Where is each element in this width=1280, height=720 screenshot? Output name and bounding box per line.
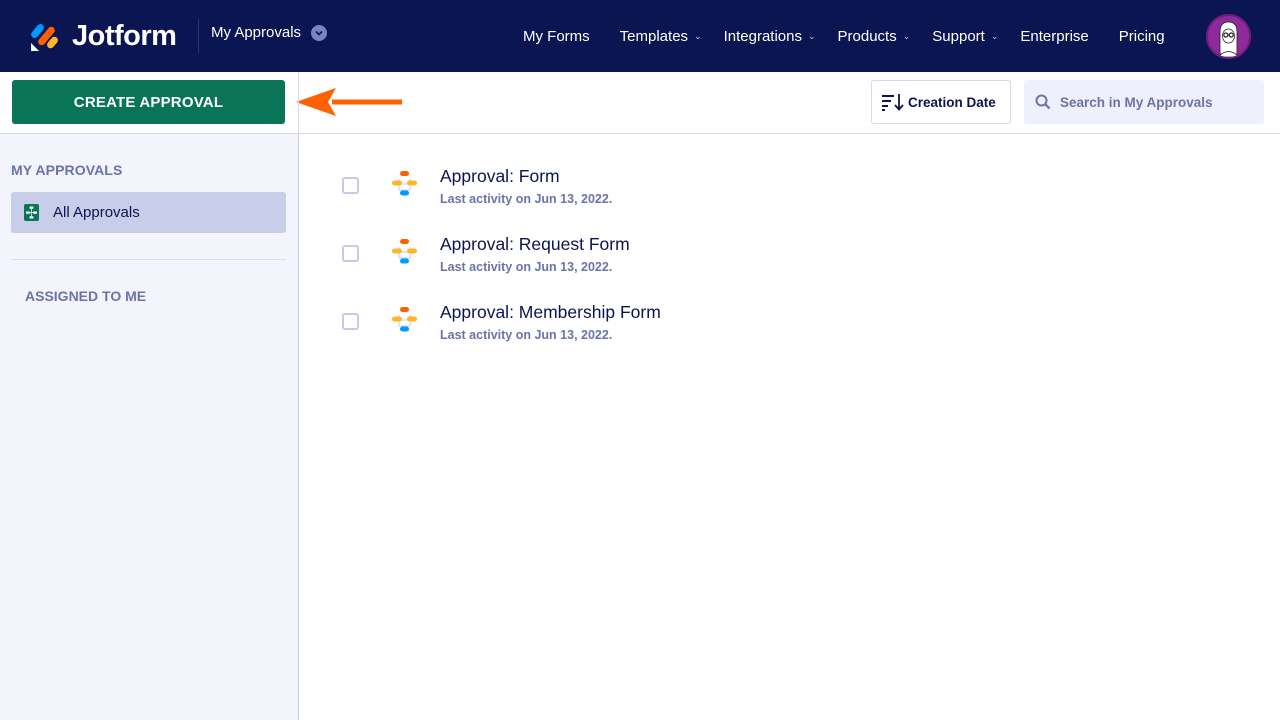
toolbar-divider <box>298 72 299 134</box>
row-checkbox[interactable] <box>342 313 359 330</box>
sidebar-item-assigned-to-me[interactable]: ASSIGNED TO ME <box>25 288 146 304</box>
search-box <box>1024 80 1264 124</box>
sort-descending-icon <box>882 94 904 111</box>
approval-title[interactable]: Approval: Membership Form <box>440 302 661 323</box>
nav-pricing[interactable]: Pricing <box>1119 28 1165 45</box>
search-icon <box>1035 94 1051 110</box>
list-item[interactable]: Approval: Membership Form Last activity … <box>299 270 1280 342</box>
sidebar-item-label: All Approvals <box>53 204 140 221</box>
app-switcher-label: My Approvals <box>211 24 302 41</box>
list-item[interactable]: Approval: Form Last activity on Jun 13, … <box>299 134 1280 206</box>
chevron-down-icon: ⌄ <box>902 30 911 41</box>
row-checkbox[interactable] <box>342 177 359 194</box>
nav-templates[interactable]: Templates ⌄ <box>620 28 702 45</box>
brand-name: Jotform <box>72 20 177 52</box>
chevron-down-icon <box>311 24 328 41</box>
nav-label: Integrations <box>723 27 802 45</box>
sidebar: MY APPROVALS All Approvals ASSIGNED TO M… <box>0 134 299 720</box>
list-item[interactable]: Approval: Request Form Last activity on … <box>299 202 1280 274</box>
approval-last-activity: Last activity on Jun 13, 2022. <box>440 328 613 342</box>
nav-divider <box>198 19 199 53</box>
approval-flow-icon <box>392 307 417 332</box>
main-menu: My Forms Templates ⌄ Integrations ⌄ Prod… <box>523 0 1165 72</box>
approval-flow-icon <box>392 239 417 264</box>
user-avatar[interactable] <box>1206 14 1251 59</box>
nav-label: Enterprise <box>1020 27 1089 45</box>
row-checkbox[interactable] <box>342 245 359 262</box>
nav-label: Support <box>932 27 985 45</box>
approval-flow-icon <box>392 171 417 196</box>
nav-products[interactable]: Products ⌄ <box>838 28 911 45</box>
user-avatar-icon <box>1217 21 1240 57</box>
nav-label: Products <box>837 27 897 45</box>
nav-label: Templates <box>619 27 689 45</box>
annotation-arrow-icon <box>296 88 402 116</box>
sidebar-item-all-approvals[interactable]: All Approvals <box>11 192 286 233</box>
sort-label: Creation Date <box>908 94 996 110</box>
create-approval-button[interactable]: CREATE APPROVAL <box>12 80 285 124</box>
toolbar: CREATE APPROVAL Creation Date <box>0 72 1280 134</box>
top-navigation: Jotform My Approvals My Forms Templates … <box>0 0 1280 72</box>
nav-enterprise[interactable]: Enterprise <box>1020 28 1088 45</box>
nav-label: Pricing <box>1118 27 1165 45</box>
jotform-logo[interactable]: Jotform <box>30 20 177 53</box>
nav-support[interactable]: Support ⌄ <box>932 28 998 45</box>
nav-integrations[interactable]: Integrations ⌄ <box>724 28 816 45</box>
app-switcher-dropdown[interactable]: My Approvals <box>211 24 328 41</box>
sort-button[interactable]: Creation Date <box>871 80 1011 124</box>
approval-flow-icon <box>24 204 39 221</box>
sidebar-divider <box>11 259 286 260</box>
chevron-down-icon: ⌄ <box>990 30 999 41</box>
chevron-down-icon: ⌄ <box>694 30 702 41</box>
chevron-down-icon: ⌄ <box>807 30 816 41</box>
search-input[interactable] <box>1060 94 1250 110</box>
nav-my-forms[interactable]: My Forms <box>523 28 590 45</box>
approval-title[interactable]: Approval: Request Form <box>440 234 630 255</box>
nav-label: My Forms <box>523 27 590 45</box>
sidebar-heading: MY APPROVALS <box>11 162 123 178</box>
approval-title[interactable]: Approval: Form <box>440 166 560 187</box>
jotform-logo-icon <box>31 23 58 51</box>
